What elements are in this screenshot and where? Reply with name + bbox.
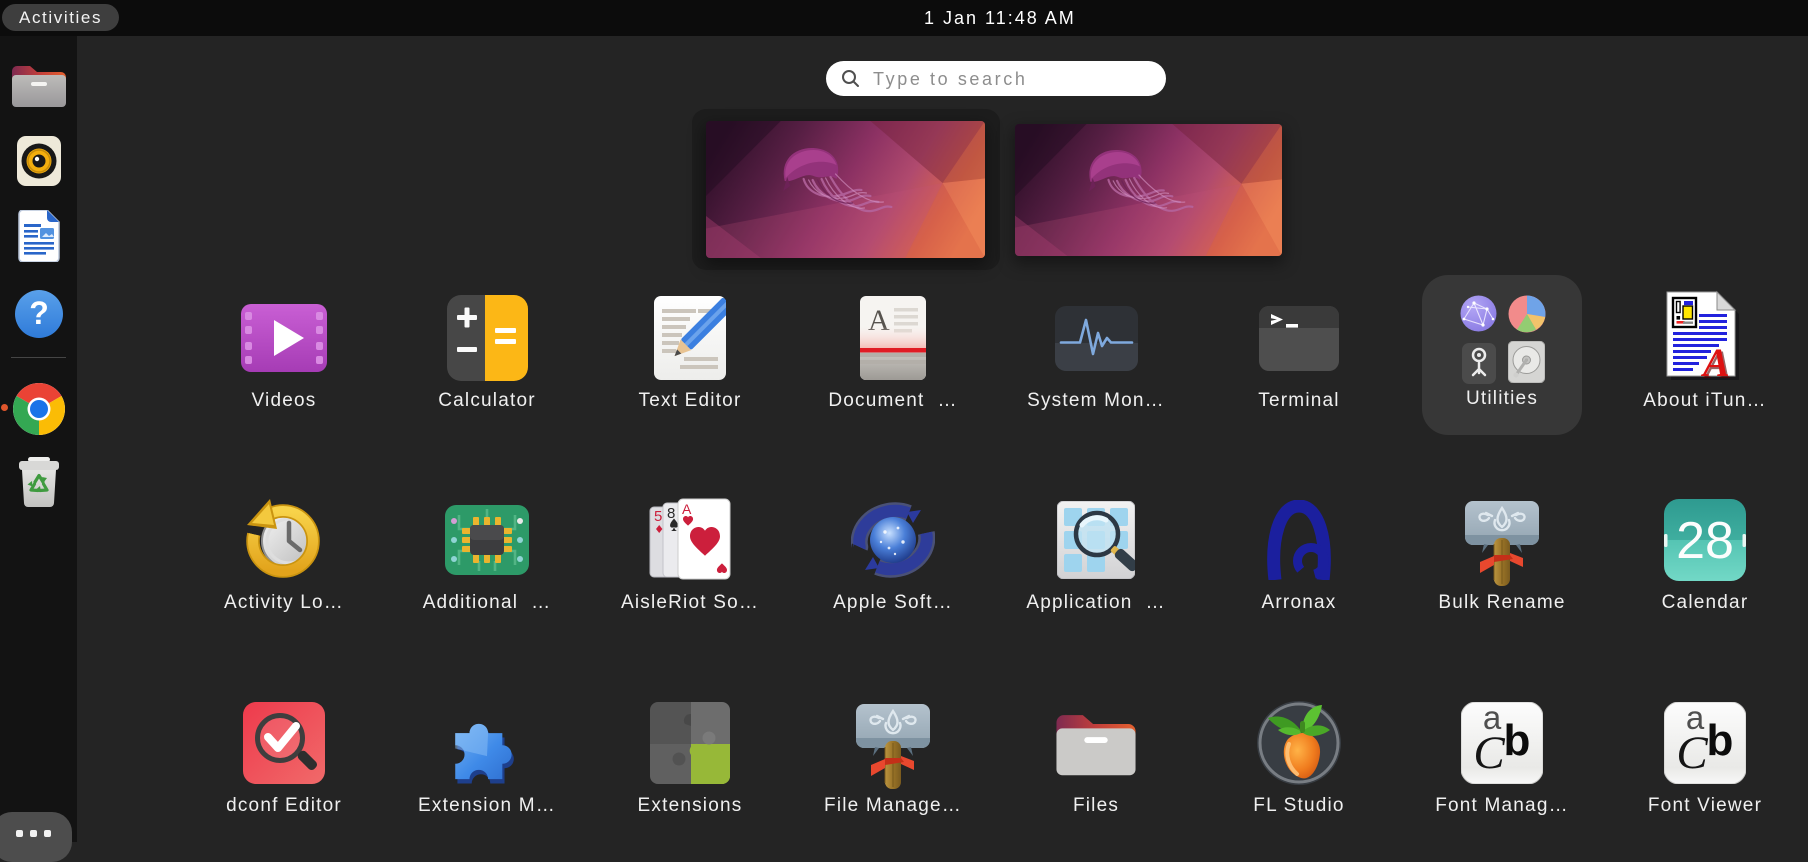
svg-text:?: ? — [29, 295, 49, 331]
svg-text:5: 5 — [654, 508, 662, 525]
svg-text:28: 28 — [1676, 512, 1734, 570]
svg-text:A: A — [682, 501, 692, 517]
svg-text:A: A — [1700, 340, 1730, 385]
